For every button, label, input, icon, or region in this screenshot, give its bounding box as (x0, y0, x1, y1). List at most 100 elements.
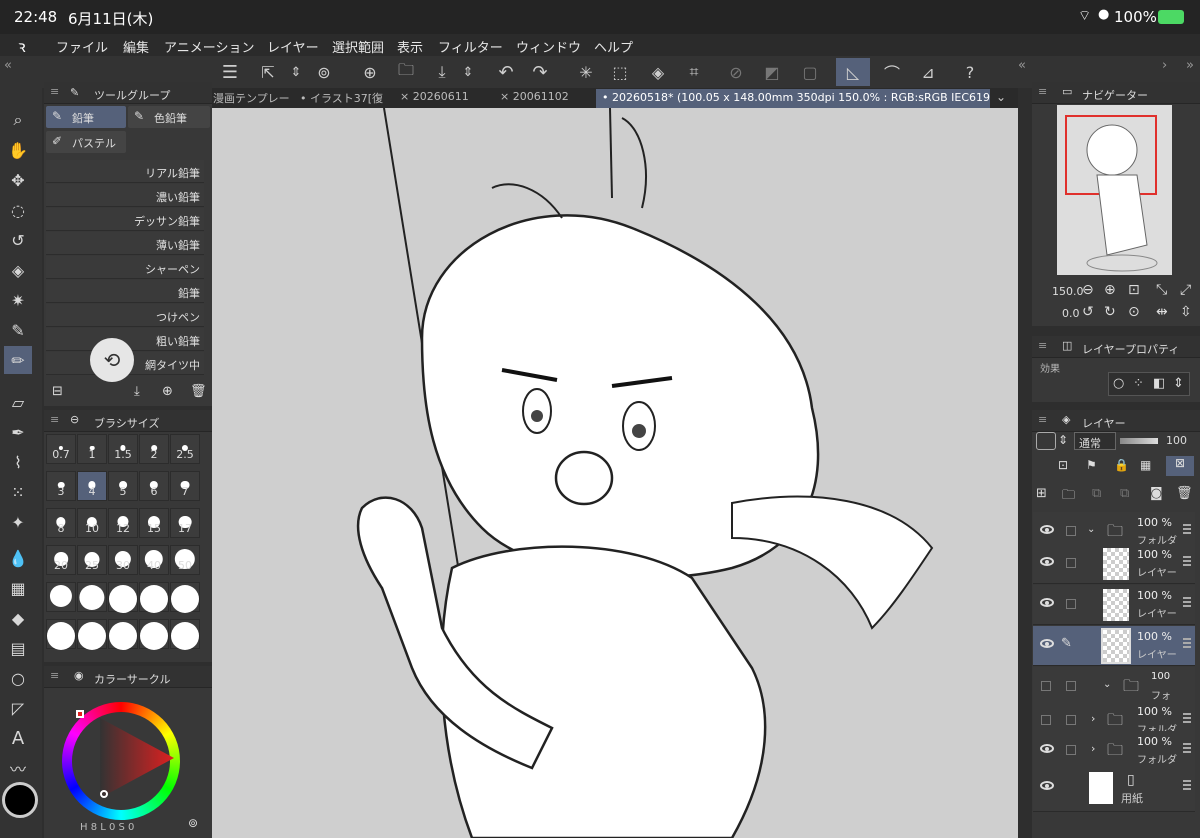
ruler-tool-icon[interactable]: ◸ (4, 694, 32, 722)
menu-window[interactable]: ウィンドウ (516, 37, 581, 56)
new-raster-layer-icon[interactable]: ⊞ (1036, 486, 1047, 501)
brush-size-option[interactable]: 2 (139, 434, 169, 464)
visibility-eye-icon[interactable] (1040, 557, 1054, 566)
brush-size-option[interactable]: 3 (46, 471, 76, 501)
layer-checkbox[interactable] (1066, 558, 1076, 568)
brush-size-option[interactable]: 25 (77, 545, 107, 575)
tab-20061102[interactable]: × 20061102 (500, 90, 592, 108)
reset-rotation-icon[interactable]: ⊙ (1128, 304, 1140, 320)
stepper-icon[interactable]: ⇕ (282, 58, 310, 86)
menu-selection[interactable]: 選択範囲 (332, 37, 384, 56)
color-marker[interactable] (100, 790, 108, 798)
stepper-icon-2[interactable]: ⇕ (454, 58, 482, 86)
layer-row[interactable]: 100 % レイヤー (1033, 544, 1195, 584)
transform-icon[interactable]: ⌗ (680, 58, 708, 86)
text-tool-icon[interactable]: A (4, 724, 32, 752)
brush-size-option[interactable]: 1 (77, 434, 107, 464)
brush-size-option[interactable]: 12 (108, 508, 138, 538)
brush-size-option[interactable]: 40 (139, 545, 169, 575)
layer-menu-icon[interactable] (1183, 743, 1191, 753)
tab-20260518-active[interactable]: • 20260518* (100.05 x 148.00mm 350dpi 15… (596, 89, 990, 108)
expand-right-icon-2[interactable]: » (1186, 58, 1194, 73)
fill-icon[interactable]: ◈ (644, 58, 672, 86)
panel-menu-icon[interactable]: ≡ (1038, 413, 1047, 426)
layer-checkbox[interactable] (1066, 681, 1076, 691)
brush-size-option[interactable]: 15 (139, 508, 169, 538)
save-icon[interactable]: ⤓ (428, 58, 456, 86)
zoom-in-icon[interactable]: ⊕ (1104, 282, 1116, 298)
layer-row-paper[interactable]: ▯ 用紙 (1033, 768, 1195, 812)
invert-selection-icon[interactable]: ◩ (758, 58, 786, 86)
brush-size-option[interactable] (77, 619, 107, 650)
zoom-value[interactable]: 150.0 (1052, 285, 1084, 298)
panel-menu-icon[interactable]: ≡ (1038, 85, 1047, 98)
brush-size-option[interactable]: 0.7 (46, 434, 76, 464)
brush-size-option[interactable] (170, 582, 200, 613)
snap-grid-icon[interactable]: ⊿ (914, 58, 942, 86)
help-icon[interactable]: ? (956, 58, 984, 86)
expand-icon[interactable]: › (1091, 742, 1095, 755)
flip-vertical-icon[interactable]: ⇳ (1180, 304, 1192, 320)
collapse-icon[interactable]: ⌄ (1103, 679, 1111, 690)
fit-window-icon[interactable]: ⤢ (1180, 282, 1191, 298)
tab-20260611[interactable]: × 20260611 (400, 90, 492, 108)
color-mode-icon[interactable]: ⊚ (188, 816, 198, 830)
border-effect-icon[interactable]: ○ (1113, 376, 1124, 391)
expand-right-icon[interactable]: › (1162, 58, 1167, 73)
menu-help[interactable]: ヘルプ (594, 37, 633, 56)
brush-size-option[interactable]: 5 (108, 471, 138, 501)
visibility-eye-icon[interactable] (1040, 598, 1054, 607)
opacity-value[interactable]: 100 (1166, 434, 1187, 447)
visibility-eye-icon[interactable] (1040, 525, 1054, 534)
main-color-swatch[interactable] (2, 782, 38, 818)
redo-icon[interactable]: ↷ (526, 58, 554, 86)
tab-manga-template[interactable]: 漫画テンプレー (213, 90, 293, 108)
undo-icon[interactable]: ↶ (492, 58, 520, 86)
expand-icon[interactable]: › (1091, 712, 1095, 725)
hue-marker[interactable] (76, 710, 84, 718)
brush-size-option[interactable]: 7 (170, 471, 200, 501)
navigator-preview[interactable] (1057, 105, 1172, 275)
brush-size-option[interactable] (139, 619, 169, 650)
layer-menu-icon[interactable] (1183, 524, 1191, 534)
menu-filter[interactable]: フィルター (438, 37, 503, 56)
saturation-triangle[interactable] (82, 718, 178, 802)
brush-size-option[interactable]: 10 (77, 508, 107, 538)
merge-down-icon[interactable]: ⧉ (1120, 486, 1129, 501)
panel-menu-icon[interactable]: ≡ (1038, 339, 1047, 352)
clear-outside-icon[interactable]: ⬚ (606, 58, 634, 86)
snap-special-ruler-icon[interactable]: ⌒ (878, 58, 906, 86)
brush-size-option[interactable]: 2.5 (170, 434, 200, 464)
rotation-value[interactable]: 0.0 (1062, 307, 1080, 320)
brush-size-option[interactable]: 6 (139, 471, 169, 501)
brush-size-option[interactable] (108, 582, 138, 613)
clip-icon[interactable]: ⊡ (1058, 458, 1068, 472)
snap-ruler-icon[interactable]: ◺ (836, 58, 870, 86)
brush-size-option[interactable] (46, 582, 76, 612)
blend-preview-icon[interactable] (1036, 432, 1056, 450)
lock-transparent-icon[interactable]: ▦ (1140, 458, 1151, 472)
brush-size-option[interactable]: 8 (46, 508, 76, 538)
layer-visibility-box[interactable] (1041, 681, 1051, 691)
collapse-right-icon[interactable]: « (1018, 58, 1026, 73)
brush-size-option[interactable] (77, 582, 107, 612)
rotate-left-icon[interactable]: ↺ (1082, 304, 1094, 320)
brush-size-option[interactable]: 30 (108, 545, 138, 575)
figure-tool-icon[interactable]: ○ (4, 664, 32, 692)
layer-row[interactable]: › 🗀 100 % フォルダ (1033, 731, 1195, 771)
opacity-slider[interactable] (1120, 438, 1158, 444)
actual-size-icon[interactable]: ⊡ (1128, 282, 1140, 298)
blend-mode-select[interactable]: 通常 (1074, 432, 1116, 450)
flip-horizontal-icon[interactable]: ⇹ (1156, 304, 1168, 320)
layer-checkbox[interactable] (1066, 526, 1076, 536)
layer-color-icon[interactable]: ◧ (1153, 376, 1165, 391)
tab-dropdown-icon[interactable]: ⌄ (996, 90, 1006, 104)
rotate-right-icon[interactable]: ↻ (1104, 304, 1116, 320)
layer-menu-icon[interactable] (1183, 556, 1191, 566)
clip-studio-icon[interactable]: ⊚ (310, 58, 338, 86)
reference-icon[interactable]: ⚑ (1086, 458, 1097, 472)
canvas-area[interactable] (212, 108, 1018, 838)
brush-size-option[interactable] (46, 619, 76, 650)
brush-size-option[interactable]: 20 (46, 545, 76, 575)
selection-border-icon[interactable]: ▢ (796, 58, 824, 86)
